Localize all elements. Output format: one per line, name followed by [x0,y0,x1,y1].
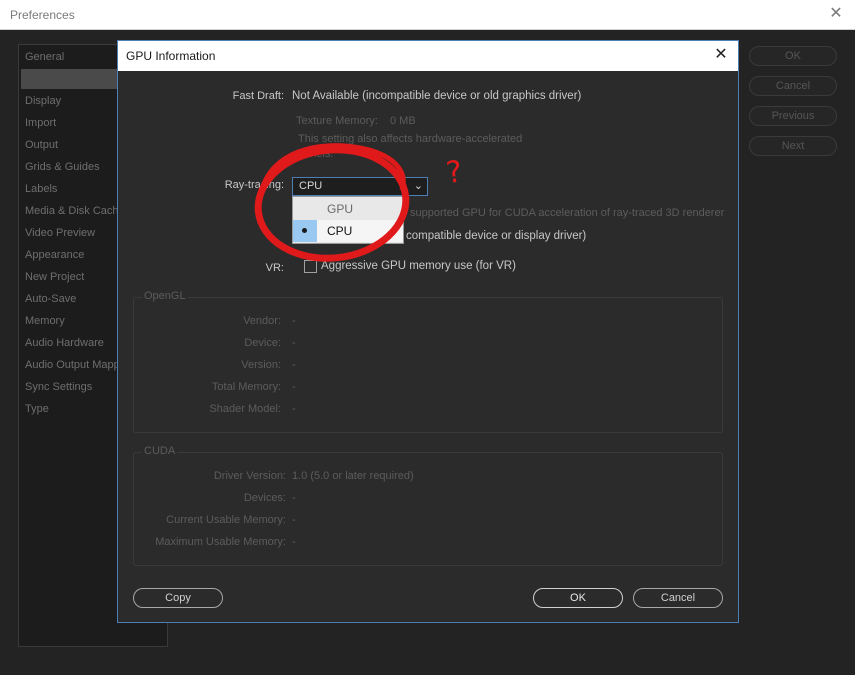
sidebar-item-appearance[interactable]: Appearance [25,249,84,261]
ray-tracing-select[interactable]: CPU ⌄ [292,177,428,196]
opengl-vendor-value: - [292,315,296,327]
sidebar-item-display[interactable]: Display [25,95,61,107]
opengl-device-label: Device: [244,337,281,349]
preferences-close-icon[interactable]: ✕ [827,5,845,23]
sidebar-item-memory[interactable]: Memory [25,315,65,327]
vr-checkbox[interactable] [304,260,317,273]
sidebar-item-output[interactable]: Output [25,139,58,151]
cuda-maximum-usable-memory-value: - [292,536,296,548]
opengl-shader-model-value: - [292,403,296,415]
gpu-info-dialog: GPU Information ✕ Fast Draft: Not Availa… [117,40,739,623]
ray-tracing-note: supported GPU for CUDA acceleration of r… [410,207,725,219]
opengl-version-label: Version: [241,359,281,371]
selected-marker [293,220,317,242]
ray-tracing-dropdown: GPU CPU [292,196,404,244]
preferences-previous-button[interactable]: Previous [749,106,837,126]
preferences-next-button[interactable]: Next [749,136,837,156]
cuda-current-usable-memory-label: Current Usable Memory: [166,514,286,526]
cuda-driver-version-label: Driver Version: [213,470,286,482]
dialog-title: GPU Information [126,49,216,63]
sidebar-item-media-disk-cache[interactable]: Media & Disk Cache [25,205,125,217]
cancel-button[interactable]: Cancel [633,588,723,608]
opengl-group-title: OpenGL [142,290,188,302]
dropdown-option-cpu[interactable]: CPU [293,220,403,242]
opengl-total-memory-label: Total Memory: [211,381,281,393]
fast-draft-label: Fast Draft: [232,90,284,102]
dialog-titlebar: GPU Information ✕ [118,41,738,71]
opengl-device-value: - [292,337,296,349]
copy-button[interactable]: Copy [133,588,223,608]
cuda-group: CUDA Driver Version: 1.0 (5.0 or later r… [133,445,723,566]
opengl-shader-model-label: Shader Model: [209,403,281,415]
ray-tracing-selected-value: CPU [299,180,323,192]
dropdown-option-gpu[interactable]: GPU [293,198,403,220]
dropdown-option-gpu-label: GPU [327,202,354,216]
dialog-close-icon[interactable]: ✕ [712,46,730,64]
sidebar-item-general[interactable]: General [25,51,64,63]
cuda-devices-value: - [292,492,296,504]
fast-draft-note-line1: This setting also affects hardware-accel… [298,133,523,145]
dropdown-option-cpu-label: CPU [327,224,353,238]
chevron-down-icon: ⌄ [413,180,423,192]
cuda-maximum-usable-memory-label: Maximum Usable Memory: [155,536,286,548]
fast-draft-note-line2: panels. [298,148,334,160]
sidebar-item-new-project[interactable]: New Project [25,271,84,283]
ray-tracing-availability: compatible device or display driver) [406,230,587,242]
opengl-version-value: - [292,359,296,371]
sidebar-item-import[interactable]: Import [25,117,56,129]
ray-tracing-label: Ray-tracing: [224,179,284,191]
sidebar-item-video-preview[interactable]: Video Preview [25,227,95,239]
opengl-vendor-label: Vendor: [243,315,281,327]
preferences-title: Preferences [10,8,75,22]
sidebar-item-audio-hardware[interactable]: Audio Hardware [25,337,104,349]
selected-bullet-icon [302,228,307,233]
opengl-total-memory-value: - [292,381,296,393]
sidebar-item-auto-save[interactable]: Auto-Save [25,293,76,305]
sidebar-item-sync-settings[interactable]: Sync Settings [25,381,92,393]
opengl-group: OpenGL Vendor: - Device: - Version: - To… [133,290,723,433]
cuda-current-usable-memory-value: - [292,514,296,526]
preferences-titlebar: Preferences ✕ [0,0,855,30]
texture-memory-value: 0 MB [390,115,416,127]
sidebar-item-grids-guides[interactable]: Grids & Guides [25,161,100,173]
vr-label: VR: [265,262,284,274]
sidebar-item-labels[interactable]: Labels [25,183,57,195]
sidebar-item-type[interactable]: Type [25,403,49,415]
cuda-group-title: CUDA [142,445,178,457]
fast-draft-value: Not Available (incompatible device or ol… [292,90,582,102]
preferences-cancel-button[interactable]: Cancel [749,76,837,96]
cuda-devices-label: Devices: [243,492,286,504]
vr-checkbox-label[interactable]: Aggressive GPU memory use (for VR) [321,260,516,272]
ok-button[interactable]: OK [533,588,623,608]
preferences-ok-button[interactable]: OK [749,46,837,66]
cuda-driver-version-value: 1.0 (5.0 or later required) [292,470,414,482]
texture-memory-label: Texture Memory: [296,115,378,127]
